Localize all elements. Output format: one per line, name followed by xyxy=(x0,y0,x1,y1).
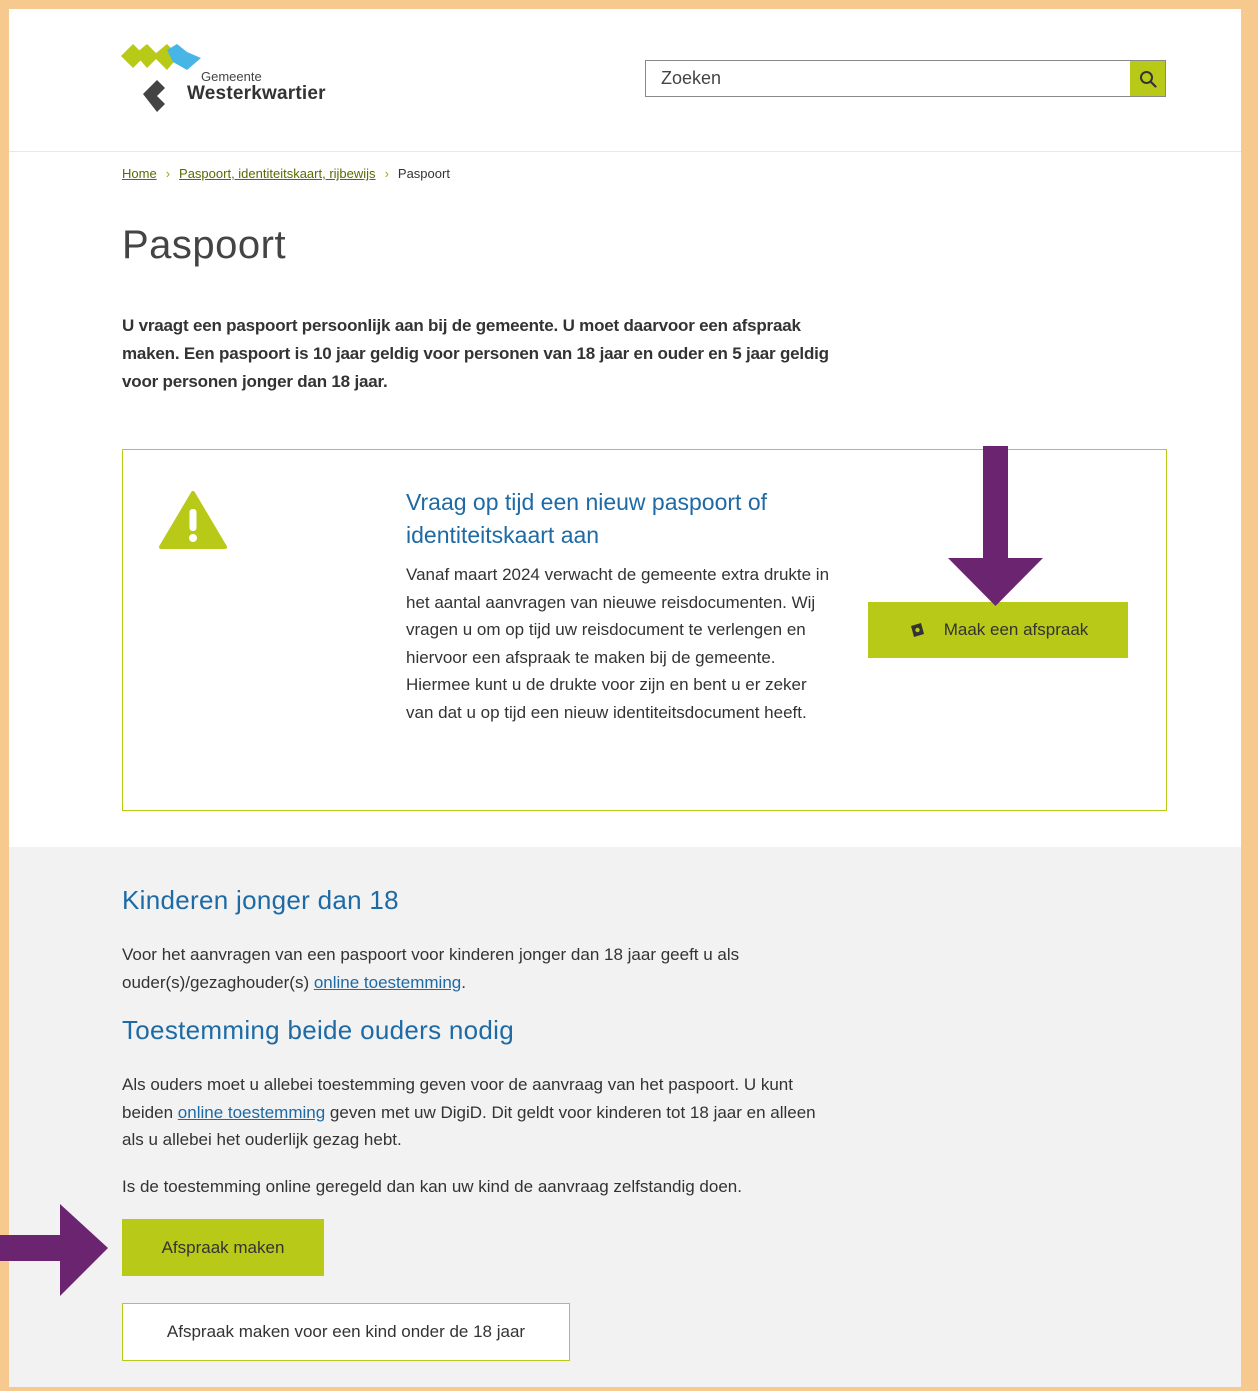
logo-title: Westerkwartier xyxy=(187,83,326,104)
search-input[interactable] xyxy=(647,62,1129,95)
logo-mark-icon xyxy=(121,44,201,112)
page-title: Paspoort xyxy=(122,223,287,267)
afspraak-maken-button[interactable]: Afspraak maken xyxy=(122,1219,324,1276)
calendar-icon xyxy=(908,621,926,639)
logo-small-text: Gemeente xyxy=(201,69,262,84)
consent-heading: Toestemming beide ouders nodig xyxy=(122,1015,515,1045)
site-header: Gemeente Westerkwartier xyxy=(9,9,1241,152)
search-box xyxy=(645,60,1166,97)
make-appointment-label: Maak een afspraak xyxy=(943,620,1089,639)
breadcrumb: Home › Paspoort, identiteitskaart, rijbe… xyxy=(122,166,450,181)
site-logo[interactable]: Gemeente Westerkwartier xyxy=(121,44,351,119)
warning-icon xyxy=(159,491,227,549)
consent-note: Is de toestemming online geregeld dan ka… xyxy=(122,1177,742,1196)
afspraak-kind-button[interactable]: Afspraak maken voor een kind onder de 18… xyxy=(122,1303,570,1361)
breadcrumb-paspoort-id-rijbewijs[interactable]: Paspoort, identiteitskaart, rijbewijs xyxy=(179,166,376,181)
notice-body: Vanaf maart 2024 verwacht de gemeente ex… xyxy=(406,565,830,722)
chevron-right-icon: › xyxy=(165,166,171,181)
consent-text: Als ouders moet u allebei toestemming ge… xyxy=(122,1071,842,1154)
page-frame: Gemeente Westerkwartier Home › Paspoort,… xyxy=(9,9,1241,1387)
make-appointment-button[interactable]: Maak een afspraak xyxy=(868,602,1128,658)
breadcrumb-current: Paspoort xyxy=(397,166,450,181)
notice-heading: Vraag op tijd een nieuw paspoort of iden… xyxy=(406,489,768,548)
search-button[interactable] xyxy=(1130,61,1165,96)
breadcrumb-home[interactable]: Home xyxy=(122,166,157,181)
intro-text: U vraagt een paspoort persoonlijk aan bi… xyxy=(122,316,829,391)
children-text-end: . xyxy=(461,972,466,992)
online-consent-link-2[interactable]: online toestemming xyxy=(178,1103,325,1122)
chevron-right-icon: › xyxy=(384,166,389,181)
children-text: Voor het aanvragen van een paspoort voor… xyxy=(122,941,842,996)
notice-box: Vraag op tijd een nieuw paspoort of iden… xyxy=(122,449,1167,811)
children-heading: Kinderen jonger dan 18 xyxy=(122,885,399,915)
online-consent-link[interactable]: online toestemming xyxy=(314,973,461,992)
search-icon xyxy=(1139,70,1157,88)
